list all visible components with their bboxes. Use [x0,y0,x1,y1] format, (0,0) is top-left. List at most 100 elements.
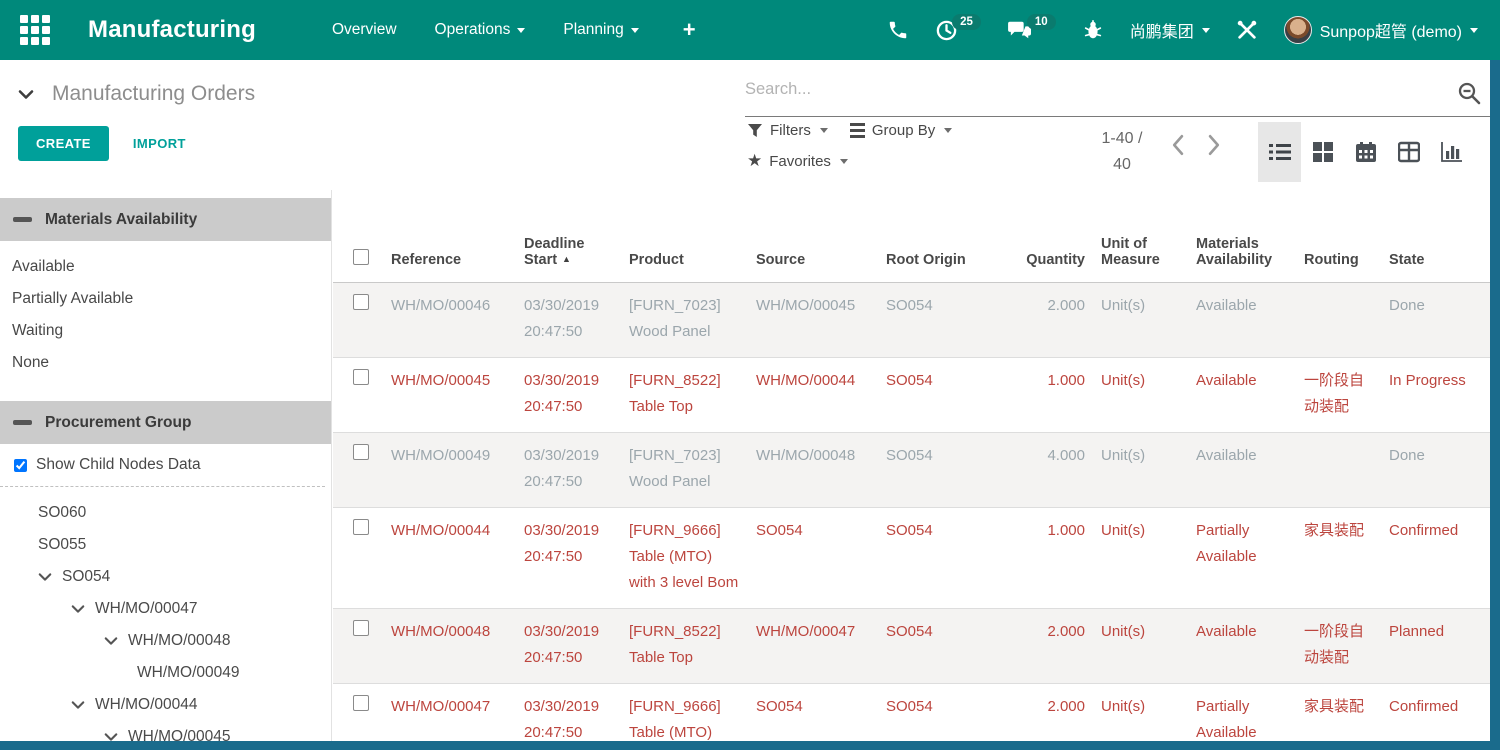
menu-planning[interactable]: Planning [563,21,638,39]
row-checkbox-cell [333,683,383,741]
import-button[interactable]: IMPORT [133,136,186,151]
user-menu[interactable]: Sunpop超管 (demo) [1284,16,1478,44]
tree-item[interactable]: SO054 [0,561,331,593]
cell-routing: 一阶段自动装配 [1296,357,1381,432]
sidebar-section-procurement-group[interactable]: Procurement Group [0,401,331,444]
tree-item[interactable]: WH/MO/00048 [0,625,331,657]
sidebar-filter-item[interactable]: Waiting [12,315,331,347]
cell-state: Done [1381,282,1490,357]
group-by-menu[interactable]: Group By [850,122,952,139]
sort-asc-icon: ▲ [562,254,571,264]
vertical-scrollbar[interactable] [1490,60,1500,741]
row-checkbox[interactable] [353,519,369,535]
row-checkbox[interactable] [353,444,369,460]
row-checkbox-cell [333,608,383,683]
tree-item[interactable]: WH/MO/00049 [0,657,331,689]
cell-quantity: 4.000 [993,432,1093,507]
column-deadline-start[interactable]: Deadline Start▲ [516,190,621,282]
tree-item[interactable]: SO060 [0,497,331,529]
column-reference[interactable]: Reference [383,190,516,282]
cell-state: In Progress [1381,357,1490,432]
graph-view-button[interactable] [1430,122,1473,182]
pager-previous-button[interactable] [1170,134,1185,156]
sidebar-section-materials-availability[interactable]: Materials Availability [0,198,331,241]
messages-chat-icon[interactable]: 10 [1007,19,1056,41]
sidebar-filter-item[interactable]: Available [12,251,331,283]
phone-icon[interactable] [887,19,909,41]
kanban-view-button[interactable] [1301,122,1344,182]
cell-availability: Available [1188,432,1296,507]
chevron-down-icon[interactable] [71,604,85,614]
column-materials-availability[interactable]: MaterialsAvailability [1188,190,1296,282]
table-row[interactable]: WH/MO/0004703/30/2019 20:47:50[FURN_9666… [333,683,1490,741]
breadcrumb-collapse-icon[interactable] [18,89,34,100]
menu-operations[interactable]: Operations [435,21,526,39]
activity-clock-icon[interactable]: 25 [935,19,981,42]
chevron-down-icon [840,159,848,164]
cell-reference: WH/MO/00044 [383,507,516,608]
app-title: Manufacturing [88,16,256,44]
add-menu-button[interactable]: + [683,17,696,43]
tree-item[interactable]: WH/MO/00047 [0,593,331,625]
search-input[interactable] [745,74,1457,105]
list-view-button[interactable] [1258,122,1301,182]
filters-menu[interactable]: Filters [747,122,828,139]
cell-product: [FURN_9666] Table (MTO) with 3 level Bom [621,683,748,741]
table-row[interactable]: WH/MO/0004803/30/2019 20:47:50[FURN_8522… [333,608,1490,683]
filter-menus: Filters Group By ★ Favorites [747,122,1077,183]
sidebar-filter-item[interactable]: Partially Available [12,283,331,315]
tree-item-label: SO055 [38,529,86,561]
calendar-view-button[interactable] [1344,122,1387,182]
tree-item[interactable]: WH/MO/00044 [0,689,331,721]
chevron-down-icon[interactable] [38,572,52,582]
row-checkbox[interactable] [353,695,369,711]
chevron-down-icon [631,28,639,33]
horizontal-scrollbar[interactable] [0,741,1500,750]
cell-quantity: 1.000 [993,357,1093,432]
chevron-down-icon[interactable] [104,732,118,741]
show-child-nodes-checkbox[interactable] [14,459,27,472]
cell-root-origin: SO054 [878,432,993,507]
table-row[interactable]: WH/MO/0004403/30/2019 20:47:50[FURN_9666… [333,507,1490,608]
materials-availability-items: AvailablePartially AvailableWaitingNone [0,241,331,393]
row-checkbox[interactable] [353,620,369,636]
row-checkbox[interactable] [353,294,369,310]
column-state[interactable]: State [1381,190,1490,282]
cell-state: Planned [1381,608,1490,683]
tools-icon[interactable] [1236,19,1258,41]
pivot-view-button[interactable] [1387,122,1430,182]
sidebar-filter-item[interactable]: None [12,347,331,379]
chevron-down-icon[interactable] [71,700,85,710]
minus-icon [13,420,32,425]
cell-routing [1296,282,1381,357]
cell-deadline: 03/30/2019 20:47:50 [516,683,621,741]
table-row[interactable]: WH/MO/0004603/30/2019 20:47:50[FURN_7023… [333,282,1490,357]
apps-grid-icon[interactable] [20,15,50,45]
search-icon[interactable] [1456,80,1482,106]
select-all-checkbox[interactable] [353,249,369,265]
column-quantity[interactable]: Quantity [993,190,1093,282]
table-row[interactable]: WH/MO/0004503/30/2019 20:47:50[FURN_8522… [333,357,1490,432]
chevron-down-icon[interactable] [104,636,118,646]
cell-quantity: 2.000 [993,282,1093,357]
cell-availability: Available [1188,357,1296,432]
menu-overview[interactable]: Overview [332,21,397,39]
table-row[interactable]: WH/MO/0004903/30/2019 20:47:50[FURN_7023… [333,432,1490,507]
column-source[interactable]: Source [748,190,878,282]
create-button[interactable]: CREATE [18,126,109,161]
tree-item[interactable]: SO055 [0,529,331,561]
favorites-menu[interactable]: ★ Favorites [747,151,848,171]
pager-next-button[interactable] [1207,134,1222,156]
filter-funnel-icon [747,123,763,139]
bug-icon[interactable] [1082,19,1104,41]
company-switcher[interactable]: 尚鹏集团 [1130,18,1210,42]
tree-item[interactable]: WH/MO/00045 [0,721,331,741]
column-product[interactable]: Product [621,190,748,282]
cell-source: WH/MO/00045 [748,282,878,357]
column-routing[interactable]: Routing [1296,190,1381,282]
column-unit-of-measure[interactable]: Unit ofMeasure [1093,190,1188,282]
orders-table: Reference Deadline Start▲ Product Source… [333,190,1490,741]
cell-routing: 家具装配 [1296,507,1381,608]
row-checkbox[interactable] [353,369,369,385]
column-root-origin[interactable]: Root Origin [878,190,993,282]
